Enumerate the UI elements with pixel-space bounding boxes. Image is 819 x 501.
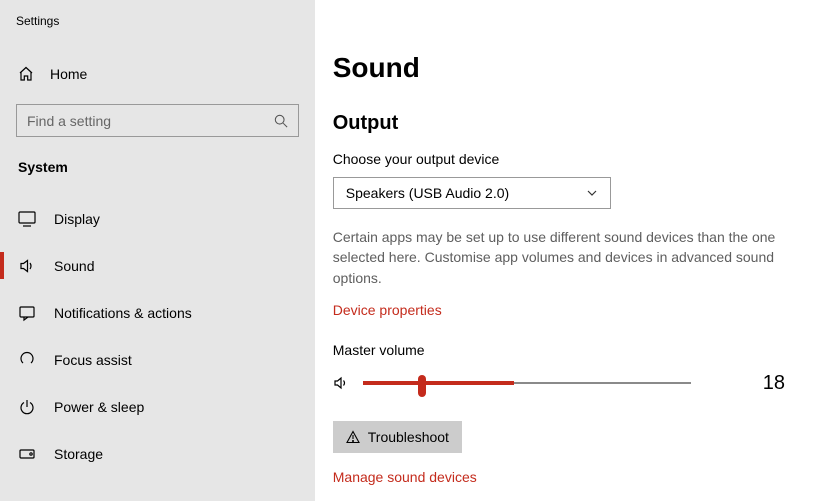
display-icon <box>18 210 36 228</box>
chevron-down-icon <box>586 187 598 199</box>
sidebar-item-label: Storage <box>54 446 103 462</box>
search-box[interactable] <box>16 104 299 137</box>
sidebar-item-notifications[interactable]: Notifications & actions <box>0 289 315 336</box>
master-volume-label: Master volume <box>333 342 785 358</box>
speaker-icon[interactable] <box>333 375 349 391</box>
sidebar-item-storage[interactable]: Storage <box>0 430 315 477</box>
volume-value: 18 <box>763 372 785 395</box>
sidebar-home[interactable]: Home <box>0 56 315 92</box>
slider-thumb[interactable] <box>418 375 426 397</box>
sidebar-item-label: Focus assist <box>54 352 132 368</box>
main-content: Sound Output Choose your output device S… <box>315 0 819 501</box>
focus-icon <box>18 351 36 369</box>
sidebar-category: System <box>0 137 315 189</box>
slider-fill <box>363 381 514 385</box>
home-icon <box>18 66 34 82</box>
troubleshoot-label: Troubleshoot <box>368 429 449 445</box>
choose-output-label: Choose your output device <box>333 151 785 167</box>
sidebar-item-display[interactable]: Display <box>0 195 315 242</box>
volume-slider-row: 18 <box>333 372 785 395</box>
page-title: Sound <box>333 52 785 84</box>
output-device-selected: Speakers (USB Audio 2.0) <box>346 185 509 201</box>
output-section-title: Output <box>333 112 785 135</box>
app-title: Settings <box>0 0 315 28</box>
sidebar-item-label: Power & sleep <box>54 399 144 415</box>
sidebar: Settings Home System Display Sound <box>0 0 315 501</box>
warning-icon <box>346 430 360 444</box>
storage-icon <box>18 445 36 463</box>
master-volume-section: Master volume 18 Troubleshoot Manage sou… <box>333 342 785 487</box>
sidebar-item-sound[interactable]: Sound <box>0 242 315 289</box>
sidebar-item-power-sleep[interactable]: Power & sleep <box>0 383 315 430</box>
volume-slider[interactable] <box>363 373 691 393</box>
output-device-select[interactable]: Speakers (USB Audio 2.0) <box>333 177 611 209</box>
sidebar-nav: Display Sound Notifications & actions Fo… <box>0 195 315 477</box>
output-help-text: Certain apps may be set up to use differ… <box>333 227 778 288</box>
home-label: Home <box>50 66 87 82</box>
manage-sound-devices-link[interactable]: Manage sound devices <box>333 469 477 485</box>
sound-icon <box>18 257 36 275</box>
sidebar-item-label: Display <box>54 211 100 227</box>
search-input[interactable] <box>27 113 274 129</box>
power-icon <box>18 398 36 416</box>
sidebar-item-focus-assist[interactable]: Focus assist <box>0 336 315 383</box>
sidebar-item-label: Sound <box>54 258 94 274</box>
troubleshoot-button[interactable]: Troubleshoot <box>333 421 462 453</box>
search-icon <box>274 114 288 128</box>
notifications-icon <box>18 304 36 322</box>
device-properties-link[interactable]: Device properties <box>333 302 442 318</box>
sidebar-item-label: Notifications & actions <box>54 305 192 321</box>
